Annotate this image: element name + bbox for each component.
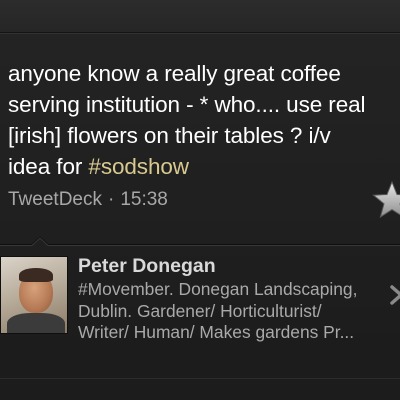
chevron-right-icon[interactable] <box>388 284 400 306</box>
avatar-hair <box>19 268 53 282</box>
tweet-text-line: idea for #sodshow <box>8 151 400 182</box>
tweet-detail-screen: anyone know a really great coffee servin… <box>0 0 400 400</box>
author-bio-line: Writer/ Human/ Makes gardens Pr... <box>78 322 355 342</box>
author-name[interactable]: Peter Donegan <box>78 254 216 278</box>
tweet-source[interactable]: TweetDeck <box>8 189 102 210</box>
star-icon[interactable] <box>372 180 400 220</box>
tweet-meta: TweetDeck · 15:38 <box>8 187 168 213</box>
meta-separator: · <box>107 189 115 210</box>
tweet-text-line: anyone know a really great coffee <box>8 61 341 86</box>
avatar-shirt <box>7 313 65 333</box>
bottom-bar <box>0 378 400 400</box>
hashtag-link[interactable]: #sodshow <box>88 154 189 179</box>
top-bar <box>0 0 400 34</box>
author-profile-row[interactable]: Peter Donegan #Movember. Donegan Landsca… <box>0 246 400 370</box>
author-bio-line: Dublin. Gardener/ Horticulturist/ <box>78 300 322 321</box>
avatar[interactable] <box>0 256 68 334</box>
tweet-text-line: [irish] flowers on their tables ? i/v <box>8 123 331 148</box>
author-bio-line: #Movember. Donegan Landscaping, <box>78 279 358 299</box>
tweet-text-line: serving institution - * who.... use real <box>8 92 366 117</box>
section-divider <box>0 236 400 246</box>
author-bio: #Movember. Donegan Landscaping, Dublin. … <box>78 279 378 344</box>
tweet-text: anyone know a really great coffee servin… <box>8 58 400 182</box>
tweet-text-fragment: idea for <box>8 154 89 179</box>
tweet-time: 15:38 <box>120 189 168 210</box>
